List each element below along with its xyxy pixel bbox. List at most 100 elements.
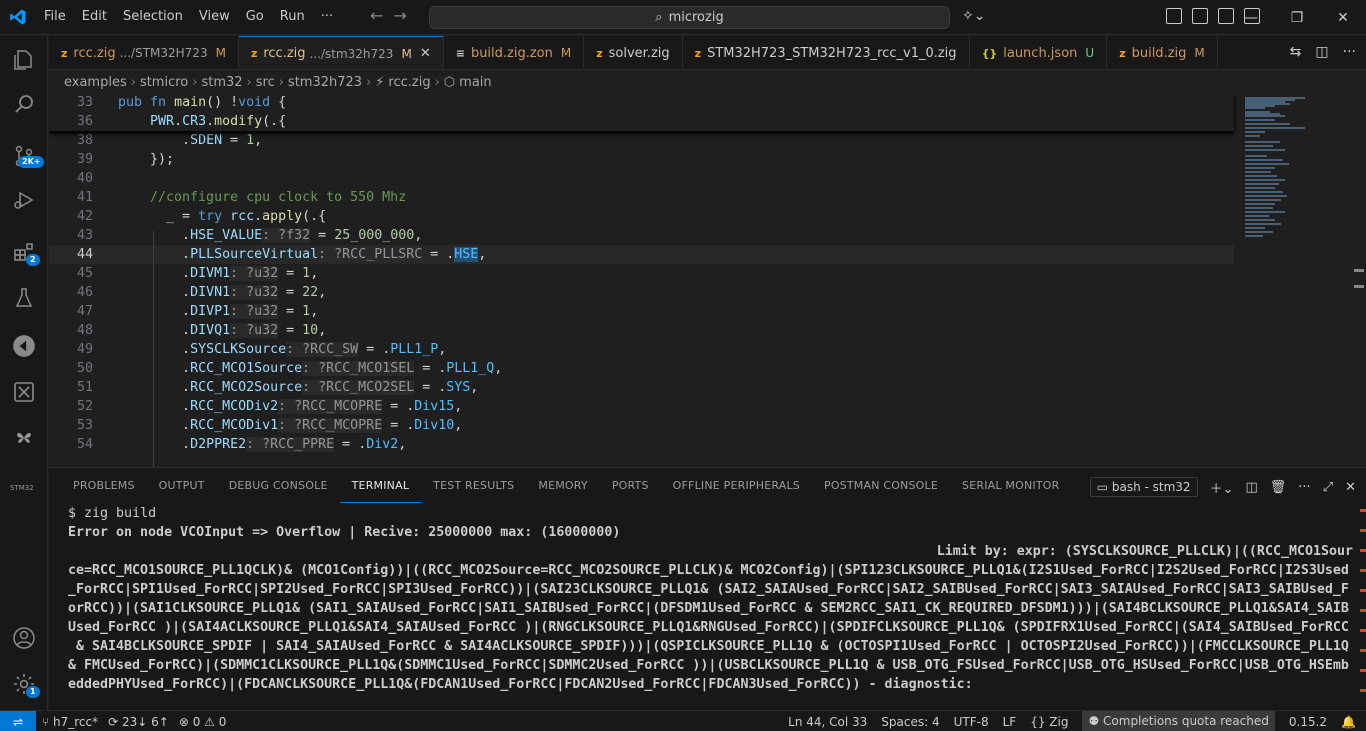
back-arrow-icon[interactable]: ← (370, 6, 383, 25)
explorer-icon[interactable] (0, 38, 48, 82)
settings-gear-icon[interactable]: 1 (0, 662, 48, 706)
code-line[interactable]: 52 .RCC_MCODiv2: ?RCC_MCOPRE = .Div15, (49, 397, 1234, 416)
terminal-output[interactable]: $ zig build Error on node VCOInput => Ov… (68, 504, 1353, 731)
code-line[interactable]: 42 _ = try rcc.apply(.{ (49, 207, 1234, 226)
close-tab-icon[interactable]: ✕ (420, 46, 431, 61)
code-line[interactable]: 51 .RCC_MCO2Source: ?RCC_MCO2SEL = .SYS, (49, 378, 1234, 397)
code-line[interactable]: 41 //configure cpu clock to 550 Mhz (49, 188, 1234, 207)
code-line[interactable]: 47 .DIVP1: ?u32 = 1, (49, 302, 1234, 321)
minimap-line (1245, 123, 1290, 125)
code-line[interactable]: 54 .D2PPRE2: ?RCC_PPRE = .Div2, (49, 435, 1234, 454)
code-line[interactable]: 46 .DIVN1: ?u32 = 22, (49, 283, 1234, 302)
breadcrumb-item[interactable]: src (256, 75, 275, 90)
panel-tab-serial-monitor[interactable]: SERIAL MONITOR (950, 468, 1071, 503)
panel-tab-offline-peripherals[interactable]: OFFLINE PERIPHERALS (661, 468, 812, 503)
sync-status[interactable]: ⟳ 23↓ 6↑ (108, 715, 169, 729)
forward-arrow-icon[interactable]: → (393, 6, 406, 25)
code-line[interactable]: 40 (49, 169, 1234, 188)
x-extension-icon[interactable] (0, 370, 48, 414)
cursor-position[interactable]: Ln 44, Col 33 (788, 715, 867, 729)
source-control-icon[interactable]: 2K+ (0, 134, 48, 178)
more-actions-icon[interactable]: ··· (1343, 44, 1356, 60)
restore-icon[interactable]: ❐ (1274, 0, 1320, 35)
breadcrumb-item[interactable]: stm32h723 (288, 75, 362, 90)
menu-item-[interactable]: ··· (313, 5, 341, 29)
tab-build-zig[interactable]: z build.zig M (1107, 36, 1218, 69)
panel-tab-test-results[interactable]: TEST RESULTS (421, 468, 526, 503)
maximize-panel-icon[interactable]: ⤢ (1323, 480, 1333, 495)
breadcrumb-item[interactable]: stmicro (140, 75, 188, 90)
split-editor-icon[interactable]: ◫ (1315, 44, 1328, 60)
code-editor[interactable]: 33 pub fn main() !void {36 PWR.CR3.modify… (49, 93, 1366, 467)
copilot-icon[interactable]: ✧⌄ (962, 8, 985, 24)
stm32-icon[interactable] (0, 416, 48, 460)
account-icon[interactable] (0, 616, 48, 660)
encoding[interactable]: UTF-8 (954, 715, 989, 729)
toggle-primary-sidebar-icon[interactable] (1166, 8, 1182, 24)
editor-scrollbar[interactable] (1352, 93, 1366, 467)
more-panel-icon[interactable]: ··· (1298, 480, 1310, 495)
breadcrumb-item[interactable]: rcc.zig (388, 75, 430, 90)
run-debug-icon[interactable] (0, 178, 48, 222)
panel-tab-ports[interactable]: PORTS (600, 468, 661, 503)
panel-tab-terminal[interactable]: TERMINAL (339, 468, 422, 503)
line-ending[interactable]: LF (1003, 715, 1017, 729)
menu-item-go[interactable]: Go (238, 5, 272, 29)
close-panel-icon[interactable]: ✕ (1345, 480, 1356, 495)
toggle-split-icon[interactable] (1192, 8, 1208, 24)
code-line[interactable]: 38 .SDEN = 1, (49, 131, 1234, 150)
close-window-icon[interactable]: ✕ (1320, 0, 1366, 35)
tab-rcc-zig[interactable]: z rcc.zig .../STM32H723 M (49, 36, 239, 69)
remote-indicator-icon[interactable]: ⇌ (0, 711, 36, 731)
panel-tab-output[interactable]: OUTPUT (147, 468, 217, 503)
split-terminal-icon[interactable]: ◫ (1245, 480, 1257, 495)
notifications-icon[interactable]: 🔔 (1341, 715, 1356, 729)
trash-icon[interactable]: 🗑 (1270, 480, 1287, 495)
remote-explorer-icon[interactable] (0, 324, 48, 368)
problems-status[interactable]: ⊗ 0 ⚠ 0 (179, 715, 227, 729)
breadcrumb-item[interactable]: main (459, 75, 491, 90)
branch-status[interactable]: ⑂ h7_rcc* (42, 715, 98, 729)
panel-tab-problems[interactable]: PROBLEMS (61, 468, 147, 503)
language-mode[interactable]: {} Zig (1030, 715, 1068, 729)
menu-item-edit[interactable]: Edit (74, 5, 115, 29)
code-line[interactable]: 44 .PLLSourceVirtual: ?RCC_PLLSRC = .HSE… (49, 245, 1234, 264)
code-line[interactable]: 49 .SYSCLKSource: ?RCC_SW = .PLL1_P, (49, 340, 1234, 359)
menu-item-run[interactable]: Run (272, 5, 313, 29)
code-line[interactable]: 36 PWR.CR3.modify(.{ (49, 112, 1234, 131)
code-line[interactable]: 53 .RCC_MCODiv1: ?RCC_MCOPRE = .Div10, (49, 416, 1234, 435)
minimap[interactable] (1237, 93, 1347, 467)
tab-rcc-zig[interactable]: z rcc.zig .../stm32h723 M ✕ (238, 36, 444, 69)
breadcrumb-item[interactable]: examples (64, 75, 127, 90)
copilot-quota-status[interactable]: ⚉ Completions quota reached (1082, 711, 1275, 731)
zig-version[interactable]: 0.15.2 (1289, 715, 1327, 729)
breadcrumb-item[interactable]: stm32 (201, 75, 242, 90)
panel-tab-postman-console[interactable]: POSTMAN CONSOLE (812, 468, 950, 503)
tab-solver-zig[interactable]: z solver.zig (584, 36, 683, 69)
sticky-scroll[interactable]: 33 pub fn main() !void {36 PWR.CR3.modify… (49, 93, 1234, 131)
new-terminal-icon[interactable]: ＋⌄ (1210, 478, 1234, 497)
indentation[interactable]: Spaces: 4 (881, 715, 939, 729)
code-line[interactable]: 48 .DIVQ1: ?u32 = 10, (49, 321, 1234, 340)
code-line[interactable]: 50 .RCC_MCO1Source: ?RCC_MCO1SEL = .PLL1… (49, 359, 1234, 378)
code-line[interactable]: 43 .HSE_VALUE: ?f32 = 25_000_000, (49, 226, 1234, 245)
code-line[interactable]: 33 pub fn main() !void { (49, 93, 1234, 112)
tab-stm32h723-stm32h723-rcc-v1-0-zig[interactable]: z STM32H723_STM32H723_rcc_v1_0.zig (683, 36, 970, 69)
code-line[interactable]: 45 .DIVM1: ?u32 = 1, (49, 264, 1234, 283)
minimize-icon[interactable]: — (1228, 0, 1274, 35)
panel-tab-memory[interactable]: MEMORY (526, 468, 599, 503)
menu-item-view[interactable]: View (191, 5, 238, 29)
testing-icon[interactable] (0, 276, 48, 320)
tab-launch-json[interactable]: {} launch.json U (970, 36, 1108, 69)
menu-item-selection[interactable]: Selection (115, 5, 191, 29)
terminal-selector[interactable]: ▭ bash - stm32 (1089, 477, 1198, 497)
compare-changes-icon[interactable]: ⇆ (1290, 44, 1302, 60)
code-token: : ?u32 (230, 285, 279, 300)
extensions-icon[interactable]: 2 (0, 230, 48, 274)
menu-item-file[interactable]: File (36, 5, 74, 29)
tab-build-zig-zon[interactable]: ≡ build.zig.zon M (444, 36, 585, 69)
search-view-icon[interactable] (0, 82, 48, 126)
code-line[interactable]: 39 }); (49, 150, 1234, 169)
panel-tab-debug-console[interactable]: DEBUG CONSOLE (217, 468, 340, 503)
command-center-search[interactable]: ⌕ microzig (429, 6, 950, 29)
